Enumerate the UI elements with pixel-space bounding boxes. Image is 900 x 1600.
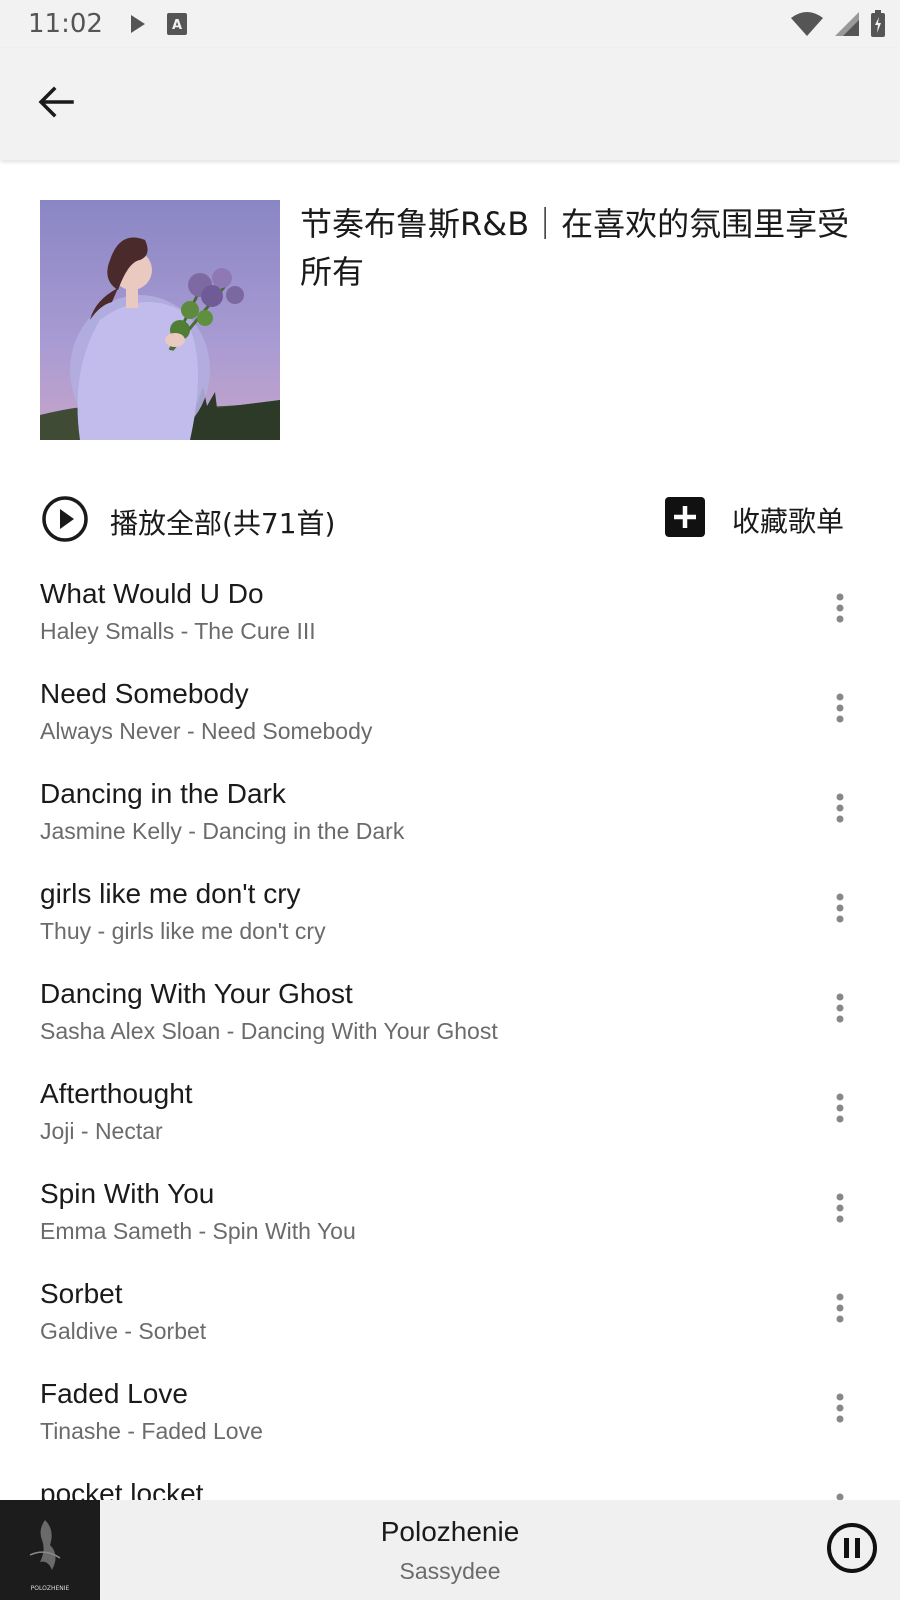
song-row[interactable]: Afterthought Joji - Nectar bbox=[0, 1060, 900, 1160]
actions-row: 播放全部(共71首) 收藏歌单 bbox=[0, 484, 900, 556]
pause-circle-icon bbox=[825, 1521, 879, 1580]
play-circle-icon bbox=[40, 494, 90, 549]
song-row[interactable]: Dancing With Your Ghost Sasha Alex Sloan… bbox=[0, 960, 900, 1060]
song-subtitle: Emma Sameth - Spin With You bbox=[40, 1218, 356, 1244]
mini-player[interactable]: POLOZHENIE Polozhenie Sassydee bbox=[0, 1500, 900, 1600]
more-vert-icon bbox=[834, 1192, 846, 1229]
wifi-icon bbox=[790, 11, 824, 42]
song-row[interactable]: Need Somebody Always Never - Need Somebo… bbox=[0, 660, 900, 760]
more-options-button[interactable] bbox=[816, 780, 864, 840]
more-options-button[interactable] bbox=[816, 1180, 864, 1240]
collect-label: 收藏歌单 bbox=[731, 504, 844, 538]
song-subtitle: Haley Smalls - The Cure III bbox=[40, 618, 316, 644]
song-subtitle: Always Never - Need Somebody bbox=[40, 718, 373, 744]
more-vert-icon bbox=[834, 892, 846, 929]
more-options-button[interactable] bbox=[816, 1080, 864, 1140]
collect-playlist-button[interactable]: 收藏歌单 bbox=[664, 496, 844, 543]
song-row[interactable]: Sorbet Galdive - Sorbet bbox=[0, 1260, 900, 1360]
mini-player-title: Polozhenie bbox=[380, 1516, 520, 1547]
more-options-button[interactable] bbox=[816, 680, 864, 740]
song-row[interactable]: girls like me don't cry Thuy - girls lik… bbox=[0, 860, 900, 960]
song-title: Sorbet bbox=[40, 1278, 123, 1309]
play-all-button[interactable]: 播放全部(共71首) bbox=[40, 494, 335, 549]
svg-text:A: A bbox=[172, 18, 182, 33]
more-vert-icon bbox=[834, 1492, 846, 1500]
song-subtitle: Jasmine Kelly - Dancing in the Dark bbox=[40, 818, 405, 844]
battery-icon bbox=[870, 10, 886, 43]
playlist-header: 节奏布鲁斯R&B｜在喜欢的氛围里享受所有 bbox=[40, 200, 870, 440]
song-title: Dancing in the Dark bbox=[40, 778, 286, 809]
arrow-left-icon bbox=[38, 86, 74, 123]
song-row[interactable]: pocket locket bbox=[0, 1460, 900, 1500]
more-vert-icon bbox=[834, 592, 846, 629]
song-title: Spin With You bbox=[40, 1178, 215, 1209]
song-subtitle: Thuy - girls like me don't cry bbox=[40, 918, 326, 944]
add-box-icon bbox=[664, 496, 706, 543]
back-button[interactable] bbox=[28, 76, 84, 132]
mini-player-artist: Sassydee bbox=[399, 1558, 501, 1584]
more-vert-icon bbox=[834, 1392, 846, 1429]
song-list: What Would U Do Haley Smalls - The Cure … bbox=[0, 560, 900, 1500]
song-title: Need Somebody bbox=[40, 678, 249, 709]
song-title: girls like me don't cry bbox=[40, 878, 301, 909]
song-title: Afterthought bbox=[40, 1078, 193, 1109]
mini-cover-text: POLOZHENIE bbox=[31, 1585, 70, 1592]
play-all-label: 播放全部(共71首) bbox=[110, 506, 336, 540]
song-title: pocket locket bbox=[40, 1478, 204, 1500]
song-row[interactable]: What Would U Do Haley Smalls - The Cure … bbox=[0, 560, 900, 660]
keyboard-a-icon: A bbox=[166, 12, 188, 41]
playlist-cover bbox=[40, 200, 280, 440]
status-right-icons bbox=[790, 10, 886, 43]
more-options-button[interactable] bbox=[816, 1380, 864, 1440]
song-row[interactable]: Faded Love Tinashe - Faded Love bbox=[0, 1360, 900, 1460]
status-time: 11:02 bbox=[28, 9, 103, 39]
song-row[interactable]: Dancing in the Dark Jasmine Kelly - Danc… bbox=[0, 760, 900, 860]
play-icon bbox=[128, 13, 148, 40]
song-title: What Would U Do bbox=[40, 578, 264, 609]
playlist-title: 节奏布鲁斯R&B｜在喜欢的氛围里享受所有 bbox=[300, 205, 850, 291]
song-subtitle: Joji - Nectar bbox=[40, 1118, 163, 1144]
more-vert-icon bbox=[834, 792, 846, 829]
song-row[interactable]: Spin With You Emma Sameth - Spin With Yo… bbox=[0, 1160, 900, 1260]
more-options-button[interactable] bbox=[816, 1480, 864, 1500]
mini-player-cover: POLOZHENIE bbox=[0, 1500, 100, 1600]
song-title: Faded Love bbox=[40, 1378, 188, 1409]
pause-button[interactable] bbox=[822, 1520, 882, 1580]
status-left-icons: A bbox=[128, 12, 188, 41]
signal-icon bbox=[834, 11, 860, 42]
song-subtitle: Sasha Alex Sloan - Dancing With Your Gho… bbox=[40, 1018, 498, 1044]
more-options-button[interactable] bbox=[816, 1280, 864, 1340]
song-subtitle: Tinashe - Faded Love bbox=[40, 1418, 263, 1444]
app-bar bbox=[0, 48, 900, 160]
more-vert-icon bbox=[834, 992, 846, 1029]
more-vert-icon bbox=[834, 1092, 846, 1129]
song-title: Dancing With Your Ghost bbox=[40, 978, 353, 1009]
more-vert-icon bbox=[834, 692, 846, 729]
status-bar: 11:02 A bbox=[0, 0, 900, 48]
song-subtitle: Galdive - Sorbet bbox=[40, 1318, 207, 1344]
more-options-button[interactable] bbox=[816, 880, 864, 940]
more-options-button[interactable] bbox=[816, 580, 864, 640]
more-vert-icon bbox=[834, 1292, 846, 1329]
more-options-button[interactable] bbox=[816, 980, 864, 1040]
